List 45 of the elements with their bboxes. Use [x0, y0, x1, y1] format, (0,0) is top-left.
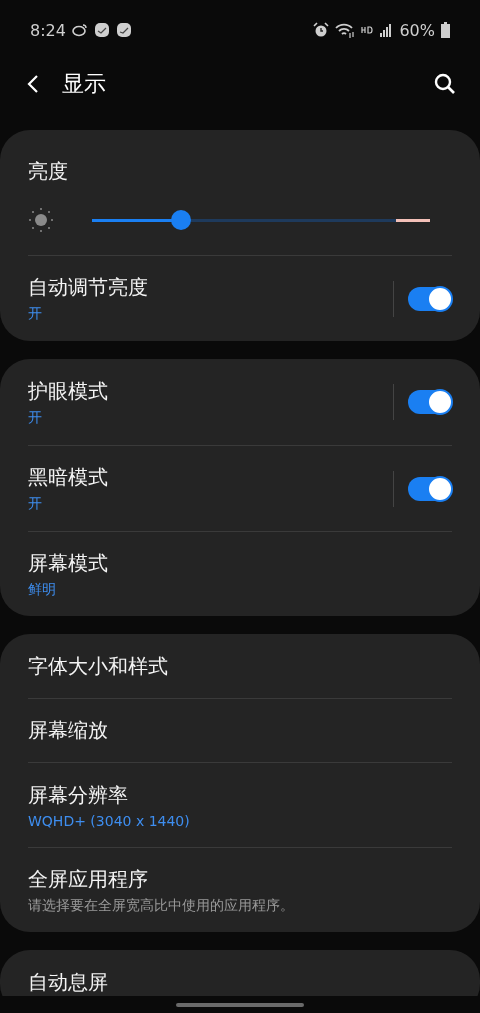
setting-status: 开: [28, 408, 43, 427]
setting-row[interactable]: 字体大小和样式: [28, 634, 452, 698]
setting-title: 屏幕缩放: [28, 717, 109, 744]
setting-row[interactable]: 黑暗模式 开: [28, 445, 452, 531]
setting-row[interactable]: 屏幕模式 鲜明: [28, 531, 452, 616]
setting-row[interactable]: 全屏应用程序 请选择要在全屏宽高比中使用的应用程序。: [28, 847, 452, 932]
setting-row[interactable]: 屏幕缩放: [28, 698, 452, 762]
setting-row[interactable]: 自动调节亮度 开: [28, 255, 452, 341]
setting-title: 护眼模式: [28, 377, 109, 405]
setting-row[interactable]: 护眼模式 开: [28, 359, 452, 445]
alarm-icon: [313, 22, 330, 38]
slider-thumb[interactable]: [170, 210, 191, 230]
app-notification-icon: [115, 22, 132, 38]
wifi-icon: [335, 22, 356, 38]
setting-row[interactable]: 屏幕分辨率 WQHD+ (3040 x 1440): [28, 762, 452, 847]
app-notification-icon: [93, 22, 110, 38]
setting-title: 黑暗模式: [28, 464, 109, 491]
back-button[interactable]: [26, 73, 40, 95]
setting-title: 自动调节亮度: [28, 274, 149, 301]
signal-icon: [379, 22, 394, 38]
setting-title: 亮度: [28, 158, 69, 185]
setting-value: WQHD+ (3040 x 1440): [28, 812, 191, 829]
setting-status: 开: [28, 495, 43, 513]
setting-title: 全屏应用程序: [28, 865, 149, 893]
brightness-icon: [28, 207, 54, 233]
status-time: 8:24: [30, 20, 66, 40]
hd-icon: [361, 26, 374, 34]
toggle-switch[interactable]: [408, 286, 452, 311]
setting-description: 请选择要在全屏宽高比中使用的应用程序。: [28, 896, 295, 915]
page-title: 显示: [62, 70, 107, 98]
setting-status: 开: [28, 305, 43, 323]
toggle-switch[interactable]: [408, 390, 452, 414]
setting-row[interactable]: 自动息屏: [28, 950, 452, 996]
battery-percent: 60%: [399, 20, 435, 40]
search-icon: [434, 73, 456, 95]
home-indicator[interactable]: [176, 1002, 304, 1007]
setting-value: 鲜明: [28, 580, 57, 599]
setting-row[interactable]: 亮度: [28, 130, 452, 255]
toggle-switch[interactable]: [408, 476, 452, 501]
setting-title: 屏幕分辨率: [28, 781, 129, 809]
battery-icon: [441, 22, 450, 38]
setting-title: 字体大小和样式: [28, 652, 169, 680]
setting-title: 自动息屏: [28, 968, 109, 996]
setting-title: 屏幕模式: [28, 549, 109, 577]
search-button[interactable]: [434, 73, 456, 95]
